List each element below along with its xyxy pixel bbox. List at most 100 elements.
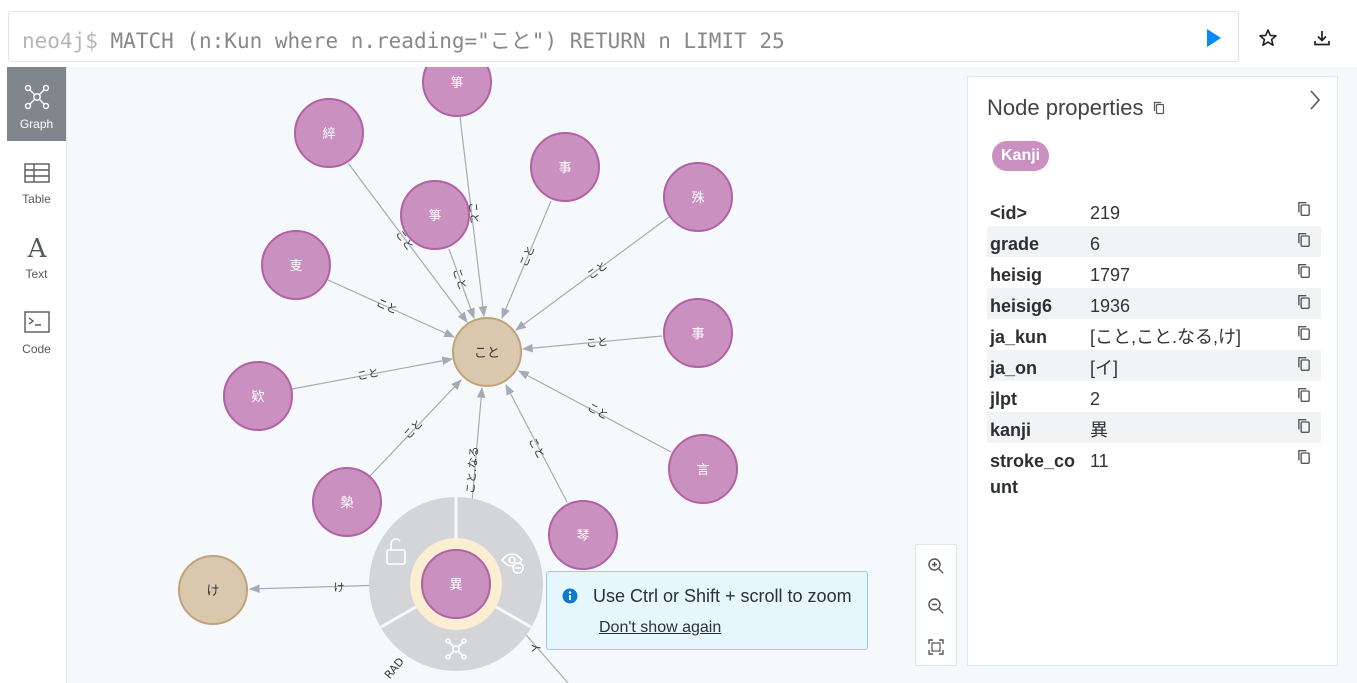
rel-label: こと bbox=[374, 296, 399, 317]
label-badge-kanji[interactable]: Kanji bbox=[992, 141, 1050, 171]
copy-icon[interactable] bbox=[1297, 418, 1311, 434]
window-top-edge bbox=[0, 0, 1357, 10]
property-value: 219 bbox=[1090, 203, 1121, 223]
copy-icon[interactable] bbox=[1153, 101, 1165, 115]
toast-message: Use Ctrl or Shift + scroll to zoom bbox=[593, 586, 852, 606]
panel-title: Node properties bbox=[987, 95, 1144, 121]
terminal-icon bbox=[24, 311, 50, 333]
kanji-node-label: 欵 bbox=[251, 390, 264, 405]
kanji-node-label: 叓 bbox=[289, 259, 302, 274]
zoom-in-icon bbox=[928, 558, 944, 574]
tab-graph[interactable]: Graph bbox=[7, 67, 66, 141]
graph-icon bbox=[24, 84, 50, 110]
rel-label: こと bbox=[356, 366, 380, 383]
copy-icon[interactable] bbox=[1297, 387, 1311, 403]
node-properties-panel: Node properties Kanji <id> 219 grade 6 h… bbox=[967, 76, 1338, 666]
property-row: grade 6 bbox=[987, 226, 1321, 257]
selected-kanji-node-label: 異 bbox=[449, 578, 462, 593]
kanji-node-label: 箏 bbox=[450, 76, 463, 91]
kanji-node-label: 殊 bbox=[691, 191, 704, 206]
property-key: heisig bbox=[990, 265, 1043, 285]
rel-label: こと bbox=[517, 244, 538, 269]
property-value: [イ] bbox=[1090, 358, 1119, 378]
property-key: ja_kun bbox=[990, 327, 1048, 347]
rel-label: こと bbox=[585, 401, 611, 423]
property-value: 6 bbox=[1090, 234, 1101, 254]
property-row: ja_kun [こと,こと.なる,け] bbox=[987, 319, 1321, 350]
kanji-node[interactable] bbox=[422, 67, 492, 117]
property-key: grade bbox=[990, 234, 1040, 254]
rel-label: イ bbox=[526, 640, 543, 657]
rel-label: こと bbox=[586, 335, 609, 350]
property-row: stroke_count 11 bbox=[987, 443, 1321, 501]
zoom-in-button[interactable] bbox=[925, 555, 947, 577]
zoom-controls bbox=[915, 544, 957, 666]
zoom-out-button[interactable] bbox=[925, 595, 947, 617]
property-value: 1936 bbox=[1090, 296, 1131, 316]
collapse-panel-icon[interactable] bbox=[1308, 89, 1322, 111]
rel-label: こと bbox=[450, 267, 470, 292]
property-key: ja_on bbox=[990, 358, 1038, 378]
query-editor[interactable]: neo4j$ MATCH (n:Kun where n.reading="こと"… bbox=[8, 11, 1239, 62]
text-icon: A bbox=[27, 234, 48, 261]
property-key: jlpt bbox=[990, 389, 1017, 409]
property-row: ja_on [イ] bbox=[987, 350, 1321, 381]
table-icon bbox=[24, 163, 50, 183]
properties-table: <id> 219 grade 6 heisig 1797 heisig6 193… bbox=[987, 195, 1321, 501]
rel-label: け bbox=[334, 581, 345, 594]
download-button[interactable] bbox=[1308, 24, 1336, 52]
tab-table-label: Table bbox=[22, 192, 51, 206]
zoom-hint-toast: Use Ctrl or Shift + scroll to zoom Don't… bbox=[546, 571, 868, 650]
kanji-node-label: 事 bbox=[558, 161, 571, 176]
rel-label: RAD bbox=[382, 655, 407, 681]
copy-icon[interactable] bbox=[1297, 449, 1311, 465]
property-value: 2 bbox=[1090, 389, 1101, 409]
tab-table[interactable]: Table bbox=[7, 142, 66, 216]
property-value: 異 bbox=[1090, 420, 1108, 440]
property-row: heisig 1797 bbox=[987, 257, 1321, 288]
download-icon bbox=[1314, 31, 1330, 46]
kun-node-ke-label: け bbox=[206, 584, 219, 599]
star-icon bbox=[1259, 29, 1277, 46]
view-switcher: Graph Table A Text Code bbox=[7, 67, 67, 683]
run-query-button[interactable] bbox=[1200, 24, 1228, 52]
copy-icon[interactable] bbox=[1297, 201, 1311, 217]
info-icon bbox=[562, 588, 578, 604]
property-key: heisig6 bbox=[990, 296, 1053, 316]
svg-text:A: A bbox=[27, 234, 48, 261]
property-row: kanji 異 bbox=[987, 412, 1321, 443]
favorite-button[interactable] bbox=[1254, 24, 1282, 52]
copy-icon[interactable] bbox=[1297, 294, 1311, 310]
kanji-node-label: 琴 bbox=[576, 529, 589, 544]
fit-to-screen-button[interactable] bbox=[925, 636, 947, 658]
property-value: [こと,こと.なる,け] bbox=[1090, 327, 1242, 347]
property-row: <id> 219 bbox=[987, 195, 1321, 226]
tab-code-label: Code bbox=[22, 342, 51, 356]
kanji-node-label: 箏 bbox=[428, 209, 441, 224]
dont-show-again-link[interactable]: Don't show again bbox=[599, 619, 721, 637]
property-row: jlpt 2 bbox=[987, 381, 1321, 412]
play-icon bbox=[1207, 29, 1221, 47]
copy-icon[interactable] bbox=[1297, 263, 1311, 279]
tab-text[interactable]: A Text bbox=[7, 217, 66, 291]
zoom-out-icon bbox=[928, 598, 944, 614]
property-value: 11 bbox=[1090, 451, 1109, 471]
tab-text-label: Text bbox=[25, 267, 48, 281]
property-key: kanji bbox=[990, 420, 1032, 440]
query-statement[interactable]: MATCH (n:Kun where n.reading="こと") RETUR… bbox=[111, 29, 785, 53]
copy-icon[interactable] bbox=[1297, 232, 1311, 248]
query-prompt: neo4j$ bbox=[22, 29, 98, 53]
copy-icon[interactable] bbox=[1297, 325, 1311, 341]
tab-graph-label: Graph bbox=[19, 117, 54, 131]
query-text[interactable]: neo4j$ MATCH (n:Kun where n.reading="こと"… bbox=[22, 25, 785, 55]
kun-node-koto-label: こと bbox=[474, 346, 500, 361]
property-key: <id> bbox=[990, 203, 1028, 223]
rel-label: こと bbox=[585, 259, 610, 282]
panel-title-text: Node properties bbox=[987, 95, 1144, 120]
kanji-node-label: 言 bbox=[696, 463, 709, 478]
kanji-node-label: 綷 bbox=[322, 127, 335, 142]
tab-code[interactable]: Code bbox=[7, 292, 66, 366]
copy-icon[interactable] bbox=[1297, 356, 1311, 372]
kanji-node-label: 槷 bbox=[340, 496, 353, 511]
fit-screen-icon bbox=[928, 639, 944, 655]
